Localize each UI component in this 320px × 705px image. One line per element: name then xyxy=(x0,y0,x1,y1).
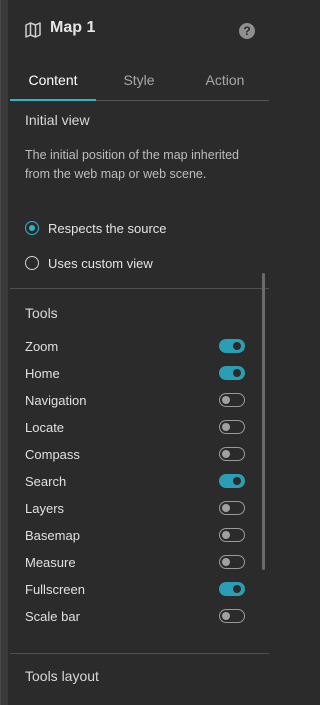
compass-toggle[interactable] xyxy=(219,447,245,461)
tool-row-basemap: Basemap xyxy=(25,526,245,546)
tool-label: Fullscreen xyxy=(25,582,85,597)
tool-label: Locate xyxy=(25,420,65,435)
tool-row-scale-bar: Scale bar xyxy=(25,607,245,627)
tool-label: Zoom xyxy=(25,339,59,354)
radio-unselected-icon[interactable] xyxy=(25,256,39,270)
tool-row-compass: Compass xyxy=(25,445,245,465)
panel-left-edge xyxy=(0,0,8,705)
toggle-knob xyxy=(222,557,230,566)
toggle-knob xyxy=(233,476,241,485)
navigation-toggle[interactable] xyxy=(219,393,245,407)
tool-label: Navigation xyxy=(25,393,87,408)
map-icon xyxy=(24,21,42,39)
initial-view-description: The initial position of the map inherite… xyxy=(25,148,240,181)
tool-row-search: Search xyxy=(25,472,245,492)
tool-row-zoom: Zoom xyxy=(25,337,245,357)
radio-custom-view[interactable]: Uses custom view xyxy=(25,253,153,273)
help-icon[interactable]: ? xyxy=(239,23,255,39)
tool-row-layers: Layers xyxy=(25,499,245,519)
radio-label: Respects the source xyxy=(48,220,167,236)
toggle-knob xyxy=(233,341,241,350)
toggle-knob xyxy=(222,449,230,458)
radio-label: Uses custom view xyxy=(48,255,153,271)
scale-bar-toggle[interactable] xyxy=(219,609,245,623)
tools-layout-heading[interactable]: Tools layout xyxy=(25,668,99,684)
tab-bar: Content Style Action xyxy=(10,60,269,101)
radio-selected-icon[interactable] xyxy=(25,221,39,235)
tool-row-navigation: Navigation xyxy=(25,391,245,411)
tools-heading: Tools xyxy=(25,305,58,321)
fullscreen-toggle[interactable] xyxy=(219,582,245,596)
tool-row-locate: Locate xyxy=(25,418,245,438)
panel-title: Map 1 xyxy=(50,19,96,36)
tool-label: Search xyxy=(25,474,67,489)
tool-row-home: Home xyxy=(25,364,245,384)
basemap-toggle[interactable] xyxy=(219,528,245,542)
section-divider xyxy=(10,653,269,654)
zoom-toggle[interactable] xyxy=(219,339,245,353)
toggle-knob xyxy=(222,395,230,404)
home-toggle[interactable] xyxy=(219,366,245,380)
scrollbar-thumb[interactable] xyxy=(262,273,265,570)
toggle-knob xyxy=(233,584,241,593)
tab-action[interactable]: Action xyxy=(182,60,268,100)
map-settings-panel: Map 1 ? Content Style Action Initial vie… xyxy=(0,0,269,705)
locate-toggle[interactable] xyxy=(219,420,245,434)
section-divider xyxy=(10,288,269,289)
initial-view-heading: Initial view xyxy=(25,112,90,128)
search-toggle[interactable] xyxy=(219,474,245,488)
tool-label: Basemap xyxy=(25,528,80,543)
tool-label: Scale bar xyxy=(25,609,80,624)
tool-label: Compass xyxy=(25,447,80,462)
toggle-knob xyxy=(233,368,241,377)
tool-label: Layers xyxy=(25,501,65,516)
tab-content[interactable]: Content xyxy=(10,60,96,101)
panel-header: Map 1 ? xyxy=(10,0,269,60)
tab-style[interactable]: Style xyxy=(96,60,182,100)
tool-label: Home xyxy=(25,366,60,381)
radio-respects-source[interactable]: Respects the source xyxy=(25,218,167,238)
toggle-knob xyxy=(222,422,230,431)
measure-toggle[interactable] xyxy=(219,555,245,569)
tool-row-measure: Measure xyxy=(25,553,245,573)
tool-row-fullscreen: Fullscreen xyxy=(25,580,245,600)
tool-label: Measure xyxy=(25,555,76,570)
toggle-knob xyxy=(222,503,230,512)
toggle-knob xyxy=(222,611,230,620)
toggle-knob xyxy=(222,530,230,539)
layers-toggle[interactable] xyxy=(219,501,245,515)
